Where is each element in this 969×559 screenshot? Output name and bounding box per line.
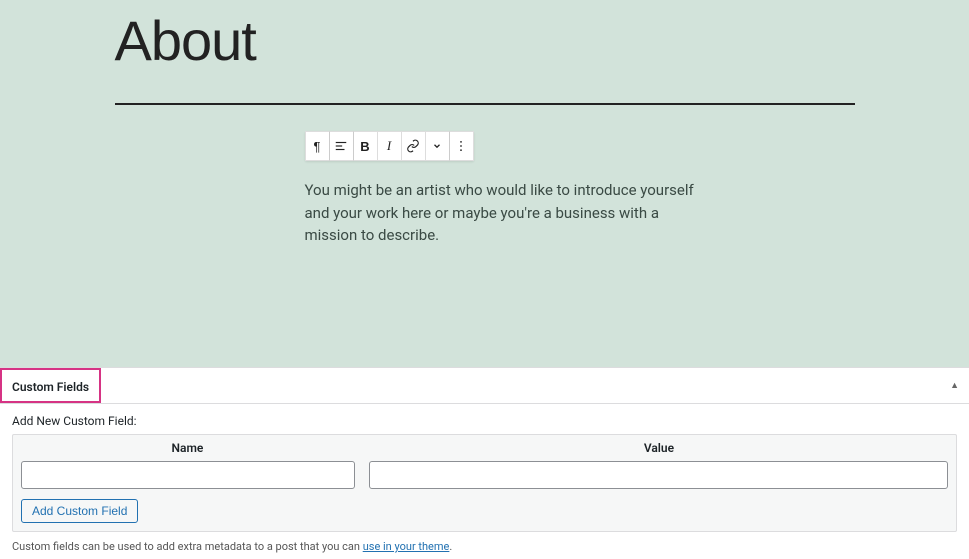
options-button[interactable]	[449, 131, 474, 161]
block-toolbar: ¶ B I	[305, 131, 474, 161]
custom-field-name-input[interactable]	[21, 461, 355, 489]
chevron-down-icon	[432, 141, 442, 151]
paragraph-icon: ¶	[314, 139, 321, 154]
column-header-name: Name	[13, 435, 362, 461]
triangle-up-icon: ▲	[950, 381, 959, 391]
help-suffix: .	[449, 540, 452, 553]
paragraph-block[interactable]: You might be an artist who would like to…	[305, 179, 705, 247]
custom-fields-table: Name Value Add Custom Field	[12, 434, 957, 532]
separator-block[interactable]	[115, 103, 855, 105]
use-in-theme-link[interactable]: use in your theme	[363, 540, 450, 553]
panel-title-highlight: Custom Fields	[0, 368, 101, 403]
italic-button[interactable]: I	[377, 131, 402, 161]
page-title[interactable]: About	[115, 8, 855, 73]
add-new-label: Add New Custom Field:	[12, 414, 957, 428]
align-button[interactable]	[329, 131, 354, 161]
column-header-value: Value	[362, 435, 956, 461]
link-icon	[406, 139, 420, 153]
editor-canvas: About ¶ B I	[0, 0, 969, 367]
italic-icon: I	[387, 138, 391, 154]
bold-button[interactable]: B	[353, 131, 378, 161]
custom-fields-panel: Custom Fields ▲ Add New Custom Field: Na…	[0, 367, 969, 559]
more-rich-text-button[interactable]	[425, 131, 450, 161]
custom-field-value-input[interactable]	[369, 461, 948, 489]
more-vertical-icon	[454, 139, 468, 153]
add-custom-field-button[interactable]: Add Custom Field	[21, 499, 138, 523]
link-button[interactable]	[401, 131, 426, 161]
panel-title: Custom Fields	[12, 380, 89, 394]
bold-icon: B	[360, 139, 369, 154]
align-left-icon	[334, 139, 348, 153]
help-prefix: Custom fields can be used to add extra m…	[12, 540, 363, 553]
help-text: Custom fields can be used to add extra m…	[12, 532, 957, 553]
panel-header[interactable]: Custom Fields ▲	[0, 368, 969, 404]
block-type-button[interactable]: ¶	[305, 131, 330, 161]
panel-toggle[interactable]: ▲	[950, 380, 959, 391]
